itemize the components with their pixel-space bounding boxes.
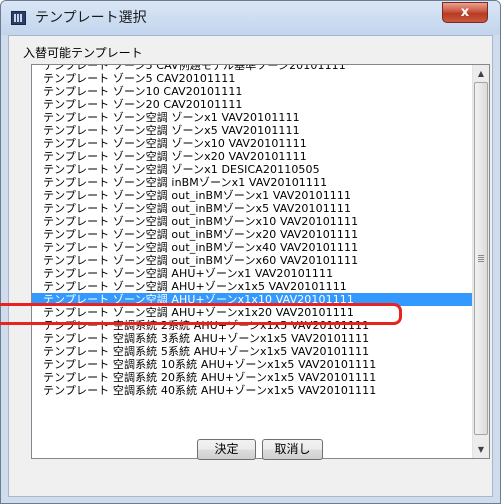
template-listbox[interactable]: テンプレート ゾーン5 CAV例題モデル基準ゾーン20101111 テンプレート … <box>31 64 490 459</box>
cancel-button[interactable]: 取消し <box>262 439 323 460</box>
annotation-highlight <box>0 303 402 325</box>
list-item[interactable]: テンプレート 空調系統 5系統 AHU+ゾーンx1x5 VAV20101111 <box>32 345 472 358</box>
list-item[interactable]: テンプレート ゾーン空調 ゾーンx10 VAV20101111 <box>32 137 472 150</box>
list-item[interactable]: テンプレート ゾーン空調 out_inBMゾーンx20 VAV20101111 <box>32 228 472 241</box>
list-item[interactable]: テンプレート 空調系統 20系統 AHU+ゾーンx1x5 VAV20101111 <box>32 371 472 384</box>
list-item[interactable]: テンプレート ゾーン空調 inBMゾーンx1 VAV20101111 <box>32 176 472 189</box>
window-title: テンプレート選択 <box>35 10 147 26</box>
list-group-label: 入替可能テンプレート <box>23 46 143 60</box>
list-item[interactable]: テンプレート ゾーン空調 out_inBMゾーンx40 VAV20101111 <box>32 241 472 254</box>
scrollbar-grip-icon <box>478 255 484 262</box>
list-item[interactable]: テンプレート ゾーン空調 out_inBMゾーンx60 VAV20101111 <box>32 254 472 267</box>
title-bar[interactable]: テンプレート選択 x <box>1 1 500 35</box>
template-list: テンプレート ゾーン5 CAV例題モデル基準ゾーン20101111 テンプレート … <box>32 65 472 397</box>
scroll-up-icon[interactable]: ▲ <box>473 65 489 82</box>
list-item[interactable]: テンプレート ゾーン空調 ゾーンx1 VAV20101111 <box>32 111 472 124</box>
list-item[interactable]: テンプレート ゾーン空調 out_inBMゾーンx5 VAV20101111 <box>32 202 472 215</box>
list-item[interactable]: テンプレート ゾーン空調 ゾーンx20 VAV20101111 <box>32 150 472 163</box>
list-item[interactable]: テンプレート ゾーン5 CAV20101111 <box>32 72 472 85</box>
list-item[interactable]: テンプレート ゾーン空調 AHU+ゾーンx1x5 VAV20101111 <box>32 280 472 293</box>
list-item[interactable]: テンプレート ゾーン空調 ゾーンx5 VAV20101111 <box>32 124 472 137</box>
list-item[interactable]: テンプレート ゾーン空調 ゾーンx1 DESICA20110505 <box>32 163 472 176</box>
list-item[interactable]: テンプレート ゾーン空調 out_inBMゾーンx10 VAV20101111 <box>32 215 472 228</box>
scrollbar-thumb[interactable] <box>474 82 488 435</box>
list-item[interactable]: テンプレート ゾーン10 CAV20101111 <box>32 85 472 98</box>
list-item[interactable]: テンプレート 空調系統 40系統 AHU+ゾーンx1x5 VAV20101111 <box>32 384 472 397</box>
list-item[interactable]: テンプレート ゾーン空調 out_inBMゾーンx1 VAV20101111 <box>32 189 472 202</box>
list-item[interactable]: テンプレート ゾーン20 CAV20101111 <box>32 98 472 111</box>
vertical-scrollbar[interactable]: ▲ ▼ <box>472 65 489 458</box>
scroll-down-icon[interactable]: ▼ <box>473 441 489 458</box>
list-item[interactable]: テンプレート 空調系統 3系統 AHU+ゾーンx1x5 VAV20101111 <box>32 332 472 345</box>
list-item[interactable]: テンプレート ゾーン空調 AHU+ゾーンx1 VAV20101111 <box>32 267 472 280</box>
list-item[interactable]: テンプレート ゾーン5 CAV例題モデル基準ゾーン20101111 <box>32 65 472 72</box>
close-button[interactable]: x <box>442 2 488 23</box>
app-icon <box>11 11 26 25</box>
list-item[interactable]: テンプレート 空調系統 10系統 AHU+ゾーンx1x5 VAV20101111 <box>32 358 472 371</box>
ok-button[interactable]: 決定 <box>197 439 256 460</box>
